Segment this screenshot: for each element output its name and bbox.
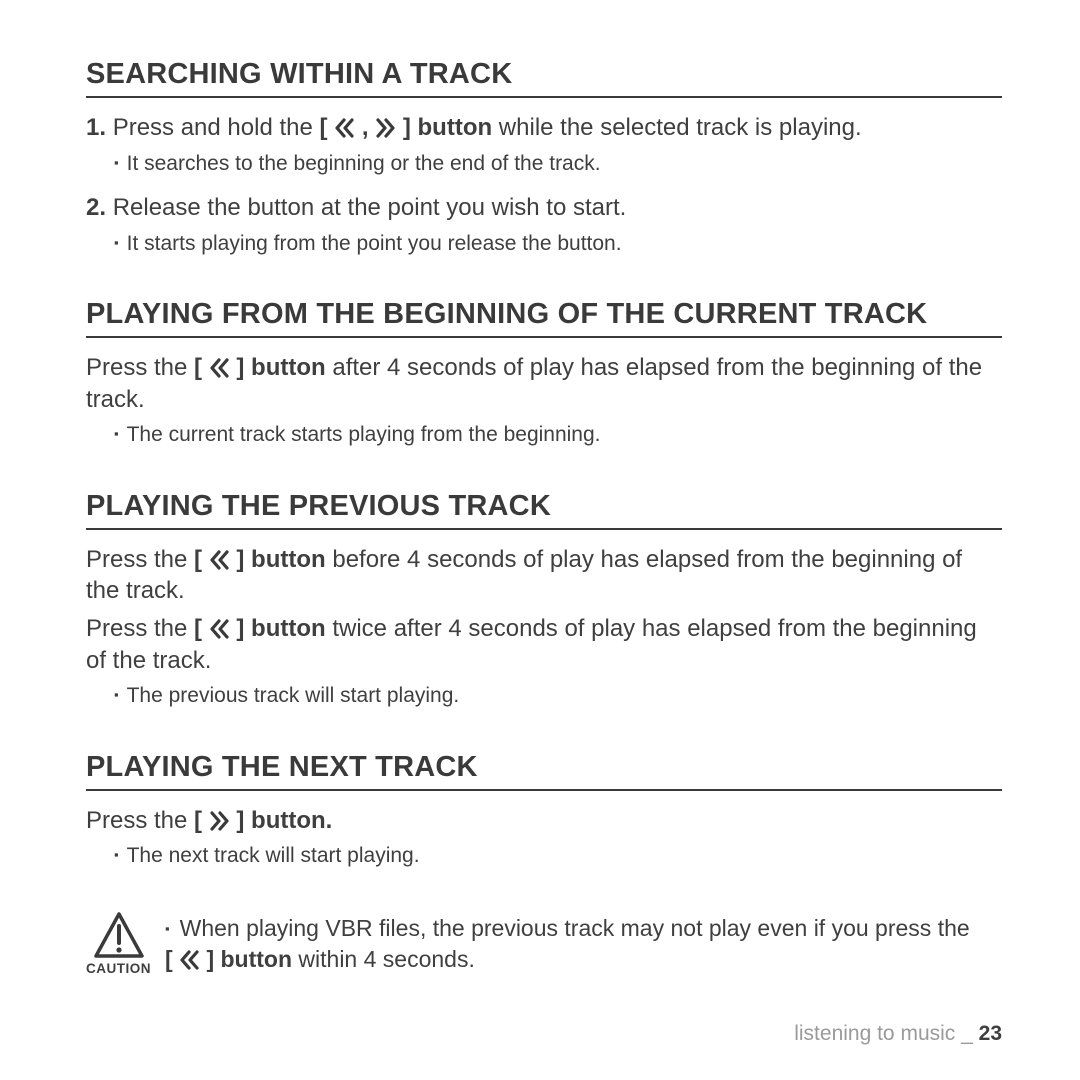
button-ref: [ ] button. <box>194 807 332 834</box>
step-1-pre: Press and hold the <box>113 114 320 141</box>
caution-block: CAUTION When playing VBR files, the prev… <box>86 911 1002 976</box>
section-heading: SEARCHING WITHIN A TRACK <box>86 58 1002 98</box>
section-bullet: The next track will start playing. <box>114 842 1002 870</box>
rewind-icon <box>209 619 230 639</box>
para-pre: Press the <box>86 354 194 381</box>
caution-label: CAUTION <box>86 961 151 976</box>
para-pre: Press the <box>86 615 194 642</box>
section-previous-track: PLAYING THE PREVIOUS TRACK Press the [ ]… <box>86 490 1002 711</box>
step-2-line: 2. Release the button at the point you w… <box>86 192 1002 224</box>
step-1-line: 1. Press and hold the [ , ] button while… <box>86 112 1002 144</box>
para-line-2: Press the [ ] button twice after 4 secon… <box>86 613 1002 676</box>
page-footer: listening to music _ 23 <box>794 1022 1002 1046</box>
rewind-icon <box>334 118 355 138</box>
caution-icon-group: CAUTION <box>86 911 151 976</box>
rewind-icon <box>179 950 200 970</box>
rewind-icon <box>209 358 230 378</box>
step-1-bullet: It searches to the beginning or the end … <box>114 150 1002 178</box>
para-line: Press the [ ] button before 4 seconds of… <box>86 544 1002 607</box>
para-line: Press the [ ] button. <box>86 805 1002 837</box>
step-2-bullet: It starts playing from the point you rel… <box>114 230 1002 258</box>
step-1-post: while the selected track is playing. <box>492 114 862 141</box>
button-ref: [ ] button <box>165 946 292 972</box>
step-number: 1. <box>86 114 106 141</box>
section-play-from-beginning: PLAYING FROM THE BEGINNING OF THE CURREN… <box>86 298 1002 450</box>
page-number: 23 <box>979 1022 1002 1045</box>
para-line: Press the [ ] button after 4 seconds of … <box>86 352 1002 415</box>
step-2-text: Release the button at the point you wish… <box>113 194 627 221</box>
section-bullet: The previous track will start playing. <box>114 682 1002 710</box>
button-ref: [ ] button <box>194 354 326 381</box>
caution-text: When playing VBR files, the previous tra… <box>165 911 970 975</box>
caution-post: within 4 seconds. <box>292 946 475 972</box>
forward-icon <box>209 811 230 831</box>
section-heading: PLAYING FROM THE BEGINNING OF THE CURREN… <box>86 298 1002 338</box>
step-number: 2. <box>86 194 106 221</box>
section-heading: PLAYING THE NEXT TRACK <box>86 751 1002 791</box>
para-pre: Press the <box>86 807 194 834</box>
caution-bullet <box>165 915 180 941</box>
section-bullet: The current track starts playing from th… <box>114 421 1002 449</box>
para-pre: Press the <box>86 546 194 573</box>
forward-icon <box>375 118 396 138</box>
section-heading: PLAYING THE PREVIOUS TRACK <box>86 490 1002 530</box>
rewind-icon <box>209 550 230 570</box>
section-searching-within-track: SEARCHING WITHIN A TRACK 1. Press and ho… <box>86 58 1002 258</box>
caution-pre: When playing VBR files, the previous tra… <box>180 915 970 941</box>
section-next-track: PLAYING THE NEXT TRACK Press the [ ] but… <box>86 751 1002 871</box>
button-ref: [ , ] button <box>320 114 493 141</box>
caution-icon <box>93 911 145 959</box>
button-ref: [ ] button <box>194 615 326 642</box>
footer-text: listening to music _ <box>794 1022 978 1045</box>
button-ref: [ ] button <box>194 546 326 573</box>
